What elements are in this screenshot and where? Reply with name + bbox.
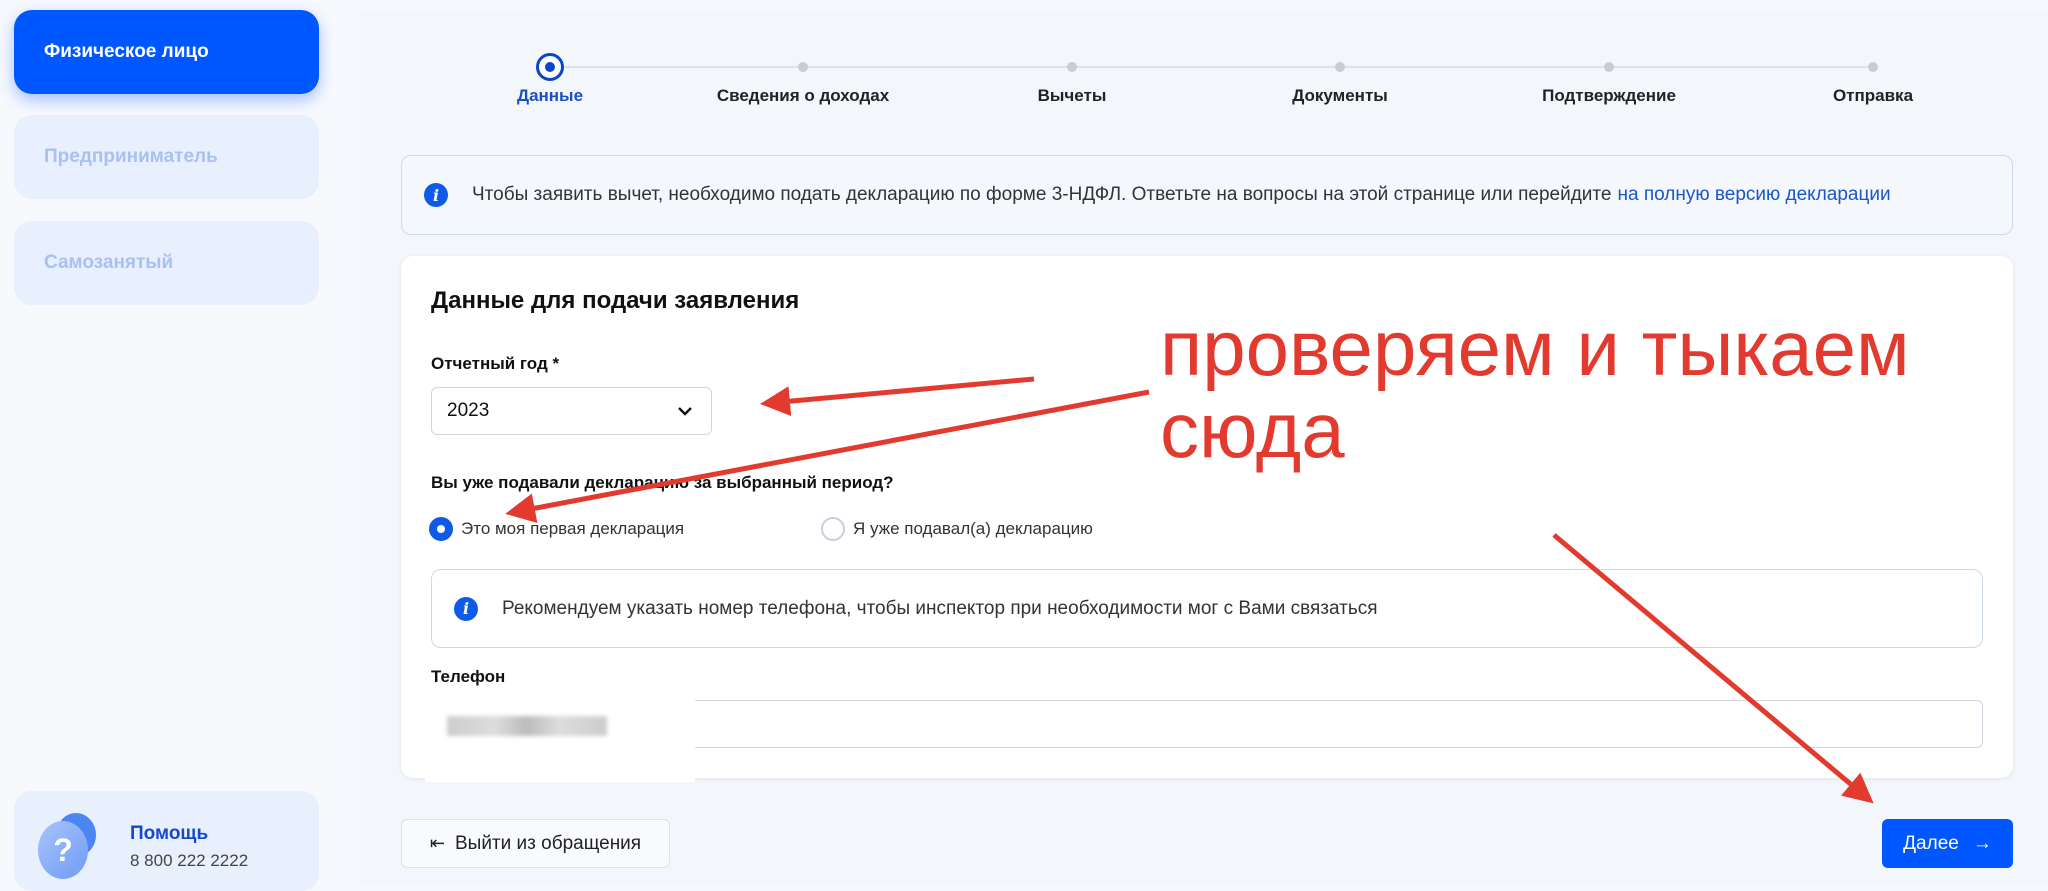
info-icon: i xyxy=(424,183,448,207)
annotation-line: сюда xyxy=(1160,385,1345,474)
help-phone: 8 800 222 2222 xyxy=(130,851,249,870)
step-dot-icon xyxy=(1604,62,1614,72)
radio-checked-icon xyxy=(429,517,453,541)
step-submit[interactable]: Отправка xyxy=(1723,58,2023,106)
step-current-icon xyxy=(536,53,564,81)
sidebar-item-entrepreneur[interactable]: Предприниматель xyxy=(14,115,319,199)
sidebar-item-label: Физическое лицо xyxy=(44,41,209,62)
banner-text: Чтобы заявить вычет, необходимо подать д… xyxy=(472,184,1612,205)
arrow-right-icon: → xyxy=(1972,832,1992,854)
next-label: Далее xyxy=(1903,832,1959,854)
exit-button[interactable]: ⇤ Выйти из обращения xyxy=(401,819,670,868)
next-button[interactable]: Далее → xyxy=(1882,819,2013,868)
year-value: 2023 xyxy=(447,400,490,421)
phone-hint-banner: i Рекомендуем указать номер телефона, чт… xyxy=(431,569,1983,648)
radio-already-filed[interactable]: Я уже подавал(а) декларацию xyxy=(821,517,1093,541)
step-income[interactable]: Сведения о доходах xyxy=(653,58,953,106)
annotation-line: проверяем и тыкаем xyxy=(1160,304,1910,392)
form-title: Данные для подачи заявления xyxy=(431,287,800,314)
step-deductions[interactable]: Вычеты xyxy=(922,58,1222,106)
radio-first-declaration[interactable]: Это моя первая декларация xyxy=(429,517,684,541)
step-label: Вычеты xyxy=(1037,86,1107,105)
step-label: Подтверждение xyxy=(1542,86,1676,105)
step-dot-icon xyxy=(798,62,808,72)
radio-label: Это моя первая декларация xyxy=(461,519,685,538)
full-declaration-link[interactable]: на полную версию декларации xyxy=(1617,184,1890,206)
radio-label: Я уже подавал(а) декларацию xyxy=(853,519,1093,538)
step-dot-icon xyxy=(1335,62,1345,72)
info-icon: i xyxy=(454,596,478,621)
step-confirmation[interactable]: Подтверждение xyxy=(1459,58,1759,106)
sidebar: Физическое лицо Предприниматель Самозаня… xyxy=(0,0,340,891)
sidebar-item-self-employed[interactable]: Самозанятый xyxy=(14,221,319,305)
sidebar-item-label: Самозанятый xyxy=(44,252,174,273)
step-documents[interactable]: Документы xyxy=(1190,58,1490,106)
phone-redacted xyxy=(425,692,695,782)
annotation-text: проверяем и тыкаем сюда xyxy=(1160,304,1910,474)
phone-label: Телефон xyxy=(431,667,506,686)
info-banner: i Чтобы заявить вычет, необходимо подать… xyxy=(401,155,2013,235)
step-label: Отправка xyxy=(1832,86,1914,105)
step-label: Сведения о доходах xyxy=(716,86,890,105)
help-question-icon: ? xyxy=(38,813,98,879)
radio-unchecked-icon xyxy=(821,517,845,541)
step-dot-icon xyxy=(1868,62,1878,72)
hint-text: Рекомендуем указать номер телефона, чтоб… xyxy=(502,597,1378,619)
step-label: Документы xyxy=(1292,86,1388,105)
exit-label: Выйти из обращения xyxy=(454,832,642,854)
chevron-down-icon xyxy=(678,407,692,416)
question-label: Вы уже подавали декларацию за выбранный … xyxy=(431,473,894,492)
exit-icon: ⇤ xyxy=(429,833,445,853)
sidebar-item-individual[interactable]: Физическое лицо xyxy=(14,10,319,94)
step-dot-icon xyxy=(1067,62,1077,72)
help-title: Помощь xyxy=(130,823,209,844)
year-label: Отчетный год * xyxy=(431,354,560,373)
year-select[interactable]: 2023 xyxy=(431,387,712,435)
sidebar-item-label: Предприниматель xyxy=(44,146,218,167)
help-card[interactable]: ? Помощь 8 800 222 2222 xyxy=(14,791,319,891)
